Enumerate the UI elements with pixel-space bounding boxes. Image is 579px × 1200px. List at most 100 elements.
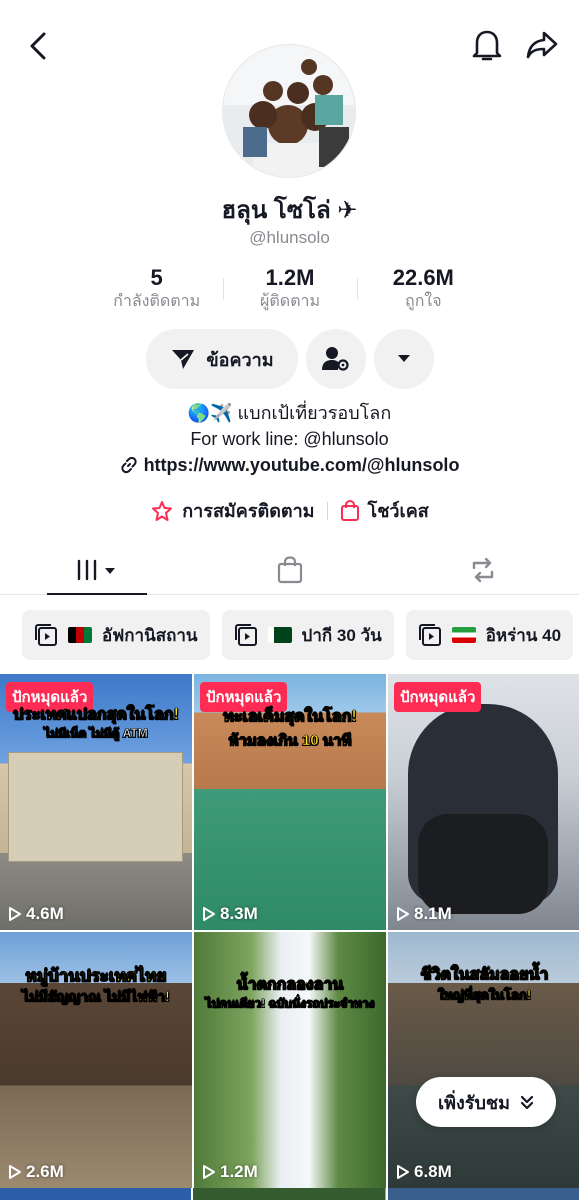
recently-watched-button[interactable]: เพิ่งรับชม bbox=[416, 1077, 556, 1127]
thumbnail-image bbox=[194, 932, 386, 1188]
subscribe-link[interactable]: การสมัครติดตาม bbox=[150, 496, 315, 525]
stat-followers[interactable]: 1.2M ผู้ติดตาม bbox=[223, 264, 356, 316]
play-icon bbox=[203, 907, 215, 921]
shopping-bag-icon bbox=[277, 555, 302, 583]
play-icon bbox=[203, 1165, 215, 1179]
recently-watched-label: เพิ่งรับชม bbox=[438, 1092, 510, 1113]
view-count-text: 2.6M bbox=[26, 1162, 64, 1181]
video-thumbnail[interactable]: ปักหมุดแล้ว 8.1M bbox=[388, 674, 579, 930]
video-caption: หมู่บ้านประเทศไทย bbox=[25, 966, 167, 986]
stat-label: กำลังติดตาม bbox=[113, 293, 201, 310]
back-button[interactable] bbox=[18, 26, 58, 66]
video-caption: ทะเลเค็มสุดในโลก! bbox=[223, 708, 357, 726]
video-thumbnail[interactable]: ชีวิตในสลัมลอยน้ำ ใหญ่ที่สุดในโลก! 6.8M bbox=[388, 932, 579, 1188]
video-subcaption: ไม่มีสัญญาณ ไม่มีไฟฟ้า! bbox=[22, 988, 170, 1005]
profile-name: ฮลุน โซโล่ ✈ bbox=[221, 197, 358, 224]
playlist-icon bbox=[418, 624, 441, 646]
view-count: 4.6M bbox=[8, 904, 64, 924]
message-button[interactable]: ข้อความ bbox=[146, 329, 298, 389]
playlist-label: ปากี 30 วัน bbox=[301, 625, 382, 645]
showcase-link[interactable]: โชว์เคส bbox=[340, 496, 429, 525]
content-tabs bbox=[0, 545, 579, 595]
view-count: 8.1M bbox=[396, 904, 452, 924]
view-count-text: 6.8M bbox=[414, 1162, 452, 1181]
grid-sort-icon bbox=[77, 559, 115, 580]
pin-star-icon bbox=[152, 500, 173, 521]
stats-row: 5 กำลังติดตาม 1.2M ผู้ติดตาม 22.6M ถูกใจ bbox=[90, 264, 490, 316]
share-button[interactable] bbox=[520, 24, 564, 66]
bio-line: 🌎✈️ แบกเป้เที่ยวรอบโลก bbox=[187, 403, 392, 423]
bell-icon bbox=[472, 30, 502, 61]
view-count-text: 4.6M bbox=[26, 904, 64, 923]
video-subcaption: ห้ามลงเกิน 10 นาที bbox=[228, 732, 352, 750]
video-subcaption: ไม่มีเน็ต ไม่มีตู้ ATM bbox=[44, 726, 148, 741]
message-label: ข้อความ bbox=[206, 349, 274, 370]
playlist-label: อัฟกานิสถาน bbox=[102, 625, 198, 645]
user-settings-icon bbox=[322, 347, 349, 371]
share-arrow-icon bbox=[526, 31, 558, 59]
avatar[interactable] bbox=[222, 44, 356, 178]
stat-label: ถูกใจ bbox=[405, 293, 442, 310]
next-row-thumbnails bbox=[0, 1188, 579, 1200]
shopping-bag-icon bbox=[340, 499, 359, 521]
chevron-left-icon bbox=[30, 32, 46, 60]
view-count: 8.3M bbox=[202, 904, 258, 924]
stat-label: ผู้ติดตาม bbox=[259, 293, 321, 310]
iran-flag-icon bbox=[451, 627, 476, 643]
building-shape bbox=[8, 752, 183, 862]
play-icon bbox=[397, 1165, 409, 1179]
tab-reposts[interactable] bbox=[386, 545, 579, 594]
pinned-badge: ปักหมุดแล้ว bbox=[394, 682, 482, 712]
play-icon bbox=[9, 1165, 21, 1179]
divider bbox=[326, 501, 328, 520]
avatar-photo bbox=[223, 45, 355, 177]
playlist-chip[interactable]: ปากี 30 วัน bbox=[221, 610, 394, 660]
view-count: 2.6M bbox=[8, 1162, 64, 1182]
pakistan-flag-icon bbox=[267, 627, 292, 643]
send-icon bbox=[172, 350, 195, 369]
play-icon bbox=[397, 907, 409, 921]
stat-value: 22.6M bbox=[392, 265, 454, 290]
link-icon bbox=[120, 456, 137, 474]
playlist-row: อัฟกานิสถาน ปากี 30 วัน อิหร่าน 40 bbox=[22, 610, 579, 660]
caret-down-icon bbox=[398, 355, 410, 362]
tab-videos[interactable] bbox=[0, 545, 193, 595]
stat-likes[interactable]: 22.6M ถูกใจ bbox=[356, 264, 490, 316]
video-thumbnail[interactable]: ปักหมุดแล้ว ประเทศแปลกสุดในโลก! ไม่มีเน็… bbox=[0, 674, 192, 930]
view-count: 6.8M bbox=[396, 1162, 452, 1182]
stat-value: 5 bbox=[150, 265, 163, 290]
showcase-label: โชว์เคส bbox=[367, 501, 429, 521]
profile-links: การสมัครติดตาม โชว์เคส bbox=[0, 496, 579, 525]
bio-link-text: https://www.youtube.com/@hlunsolo bbox=[143, 455, 460, 475]
playlist-icon bbox=[35, 624, 57, 646]
bio-line: For work line: @hlunsolo bbox=[190, 429, 389, 449]
video-thumbnail[interactable]: หมู่บ้านประเทศไทย ไม่มีสัญญาณ ไม่มีไฟฟ้า… bbox=[0, 932, 192, 1188]
video-thumbnail[interactable]: น้ำตกกลองลาน ไปคนเดียว! ฉบับนั่งรถประจำท… bbox=[194, 932, 386, 1188]
view-count-text: 8.3M bbox=[220, 904, 258, 923]
view-count-text: 8.1M bbox=[414, 904, 452, 923]
view-count-text: 1.2M bbox=[220, 1162, 258, 1181]
video-subcaption: ไปคนเดียว! ฉบับนั่งรถประจำทาง bbox=[205, 996, 375, 1011]
playlist-label: อิหร่าน 40 bbox=[485, 625, 562, 645]
video-thumbnail[interactable]: ปักหมุดแล้ว ทะเลเค็มสุดในโลก! ห้ามลงเกิน… bbox=[194, 674, 386, 930]
profile-handle: @hlunsolo bbox=[249, 228, 330, 247]
subscribe-label: การสมัครติดตาม bbox=[182, 501, 315, 521]
repost-icon bbox=[472, 557, 493, 582]
profile-actions: ข้อความ bbox=[146, 329, 434, 389]
bio: 🌎✈️ แบกเป้เที่ยวรอบโลก For work line: @h… bbox=[0, 400, 579, 481]
double-chevron-down-icon bbox=[520, 1095, 534, 1110]
play-icon bbox=[9, 907, 21, 921]
notification-button[interactable] bbox=[466, 24, 508, 66]
playlist-chip[interactable]: อิหร่าน 40 bbox=[405, 610, 574, 660]
afghanistan-flag-icon bbox=[68, 627, 92, 643]
view-count: 1.2M bbox=[202, 1162, 258, 1182]
add-friend-button[interactable] bbox=[306, 329, 366, 389]
playlist-icon bbox=[234, 624, 257, 646]
mask-shape bbox=[418, 814, 548, 914]
tab-shop[interactable] bbox=[193, 545, 386, 594]
playlist-chip[interactable]: อัฟกานิสถาน bbox=[22, 610, 210, 660]
more-options-button[interactable] bbox=[374, 329, 434, 389]
stat-following[interactable]: 5 กำลังติดตาม bbox=[90, 264, 223, 316]
stat-value: 1.2M bbox=[265, 265, 315, 290]
bio-link[interactable]: https://www.youtube.com/@hlunsolo bbox=[120, 452, 460, 478]
